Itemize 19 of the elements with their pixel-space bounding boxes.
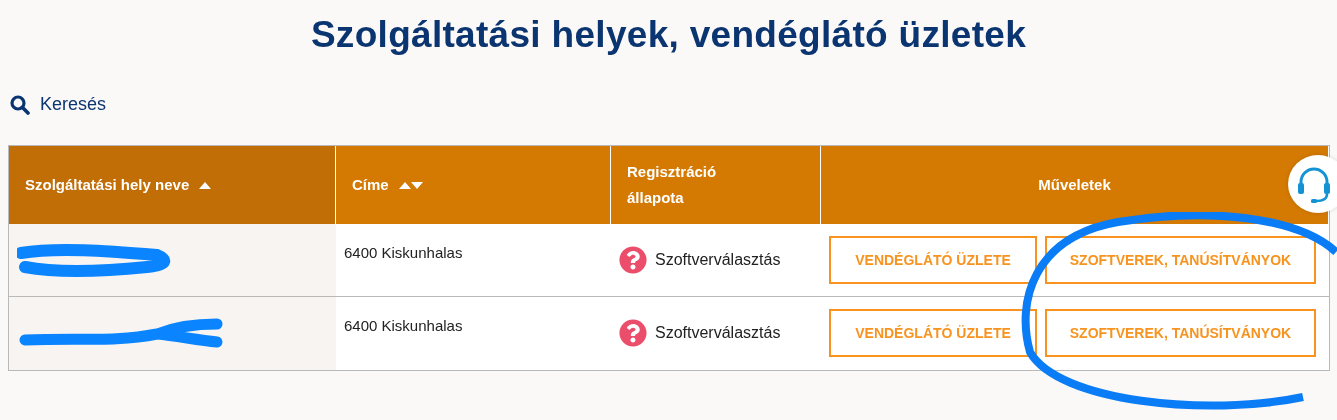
question-icon xyxy=(619,319,647,347)
search-icon xyxy=(10,94,30,115)
status-text: Szoftverválasztás xyxy=(655,250,781,269)
column-header: Regisztráció állapota xyxy=(611,145,821,224)
sort-up-icon[interactable] xyxy=(199,180,212,189)
page-title: Szolgáltatási helyek, vendéglátó üzletek xyxy=(309,13,1028,56)
column-header: Műveletek xyxy=(821,145,1329,224)
action-button[interactable]: SZOFTVEREK, TANÚSÍTVÁNYOK xyxy=(1045,235,1316,284)
address-text: 6400 Kiskunhalas xyxy=(344,316,463,334)
sort-icon[interactable] xyxy=(398,180,423,189)
action-button[interactable]: SZOFTVEREK, TANÚSÍTVÁNYOK xyxy=(1045,309,1316,357)
question-icon xyxy=(619,245,647,274)
status-text: Szoftverválasztás xyxy=(655,324,781,342)
column-header[interactable]: Címe xyxy=(336,145,611,224)
action-button[interactable]: VENDÉGLÁTÓ ÜZLETE xyxy=(829,309,1037,357)
action-button[interactable]: VENDÉGLÁTÓ ÜZLETE xyxy=(829,235,1037,284)
address-text: 6400 Kiskunhalas xyxy=(344,243,463,261)
search-link[interactable]: Keresés xyxy=(10,94,107,115)
column-header[interactable]: Szolgáltatási hely neve xyxy=(9,145,336,224)
